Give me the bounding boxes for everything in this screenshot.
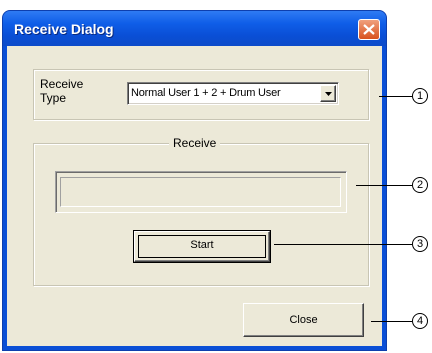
close-window-button[interactable] xyxy=(358,19,380,40)
close-button[interactable]: Close xyxy=(243,303,364,337)
receive-type-label: Receive Type xyxy=(40,77,83,105)
start-button[interactable]: Start xyxy=(134,231,270,262)
receive-group-title: Receive xyxy=(169,136,221,150)
dropdown-button[interactable] xyxy=(320,85,336,102)
callout-1: 1 xyxy=(412,88,428,104)
close-icon xyxy=(363,24,375,35)
receive-type-selected-value: Normal User 1 + 2 + Drum User xyxy=(131,87,281,99)
callout-2: 2 xyxy=(412,177,428,193)
dialog-client-area: Receive Type Normal User 1 + 2 + Drum Us… xyxy=(7,46,382,346)
receive-type-select[interactable]: Normal User 1 + 2 + Drum User xyxy=(127,82,339,105)
start-button-label: Start xyxy=(190,239,214,251)
receive-progress-bar xyxy=(60,177,341,207)
title-bar[interactable]: Receive Dialog xyxy=(3,11,386,46)
callout-line-4 xyxy=(371,321,412,322)
chevron-down-icon xyxy=(325,92,332,96)
window-title: Receive Dialog xyxy=(14,21,114,37)
receive-progress-frame xyxy=(55,171,347,213)
receive-group xyxy=(33,143,369,286)
receive-dialog-window: Receive Dialog Receive Type Normal User … xyxy=(3,11,386,350)
callout-line-3 xyxy=(274,244,412,245)
receive-type-label-line2: Type xyxy=(40,91,67,105)
callout-4: 4 xyxy=(412,313,428,329)
receive-type-label-line1: Receive xyxy=(40,77,84,91)
callout-line-1 xyxy=(379,96,412,97)
callout-line-2 xyxy=(356,185,412,186)
callout-3: 3 xyxy=(412,236,428,252)
close-button-label: Close xyxy=(289,314,318,326)
